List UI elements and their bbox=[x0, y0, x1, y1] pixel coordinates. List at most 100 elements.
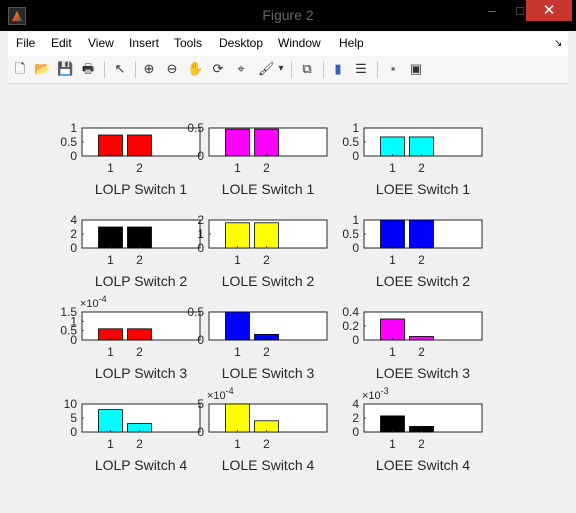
x-tick-label: 2 bbox=[136, 345, 143, 359]
figure-canvas[interactable]: 1 2 0 0.5 1 LOLP Switch 1 1 2 0 0.5 LOLE Switch 11… bbox=[8, 84, 568, 505]
y-tick-label: 1 bbox=[352, 121, 359, 135]
menu-edit[interactable]: Edit bbox=[51, 36, 72, 50]
hide-plot-tools-icon[interactable]: ▪ bbox=[385, 61, 401, 77]
y-tick-label: 0 bbox=[352, 333, 359, 347]
x-tick-label: 2 bbox=[263, 345, 270, 359]
brush-icon[interactable]: 🖌 bbox=[258, 61, 275, 77]
axis-exponent-label: ×10-4 bbox=[80, 294, 107, 310]
bar bbox=[98, 409, 123, 433]
y-tick-label: 0 bbox=[197, 333, 204, 347]
dock-icon[interactable]: ↘ bbox=[554, 38, 562, 49]
toolbar-separator bbox=[135, 61, 136, 78]
y-tick-label: 4 bbox=[352, 397, 359, 411]
y-tick-label: 0.5 bbox=[187, 305, 204, 319]
y-tick-label: 0 bbox=[352, 149, 359, 163]
data-cursor-icon[interactable]: ⌖ bbox=[233, 61, 249, 77]
y-tick-label: 0.5 bbox=[187, 121, 204, 135]
bar bbox=[380, 318, 405, 341]
subplot-title: LOEE Switch 1 bbox=[376, 181, 470, 197]
subplot-title: LOLE Switch 3 bbox=[222, 365, 315, 381]
x-tick-label: 1 bbox=[234, 437, 241, 451]
x-tick-label: 1 bbox=[234, 253, 241, 267]
y-tick-label: 1 bbox=[70, 121, 77, 135]
figure-window: Figure 2 – □ ✕ File Edit View Insert Too… bbox=[0, 0, 576, 513]
close-button[interactable]: ✕ bbox=[526, 0, 572, 21]
y-tick-label: 0.4 bbox=[342, 305, 359, 319]
insert-colorbar-icon[interactable]: ▮ bbox=[330, 61, 346, 77]
toolbar-separator bbox=[104, 61, 105, 78]
zoom-out-icon[interactable]: ⊖ bbox=[164, 61, 180, 77]
x-tick-label: 1 bbox=[107, 161, 114, 175]
subplot-title: LOLP Switch 4 bbox=[95, 457, 188, 473]
axis-exponent-label: ×10-3 bbox=[362, 386, 389, 402]
new-figure-icon[interactable]: 🗋 bbox=[12, 61, 28, 77]
bar bbox=[127, 134, 152, 157]
open-file-icon[interactable]: 📂 bbox=[34, 61, 50, 77]
x-tick-label: 1 bbox=[107, 253, 114, 267]
minimize-button[interactable]: – bbox=[478, 0, 506, 21]
subplot-title: LOLP Switch 3 bbox=[95, 365, 188, 381]
save-icon[interactable]: 💾 bbox=[57, 61, 73, 77]
link-plot-icon[interactable]: ⧉ bbox=[299, 61, 315, 77]
bar bbox=[127, 226, 152, 249]
x-tick-label: 2 bbox=[136, 437, 143, 451]
bar bbox=[409, 136, 434, 157]
bar bbox=[225, 128, 250, 157]
x-tick-label: 1 bbox=[389, 437, 396, 451]
y-tick-label: 5 bbox=[70, 411, 77, 425]
y-tick-label: 0.5 bbox=[60, 135, 77, 149]
pan-icon[interactable]: ✋ bbox=[187, 61, 203, 77]
x-tick-label: 2 bbox=[418, 161, 425, 175]
subplot-title: LOLE Switch 2 bbox=[222, 273, 315, 289]
toolbar-separator bbox=[377, 61, 378, 78]
menu-file[interactable]: File bbox=[16, 36, 35, 50]
menu-window[interactable]: Window bbox=[278, 36, 321, 50]
y-tick-label: 1.5 bbox=[60, 305, 77, 319]
menu-view[interactable]: View bbox=[88, 36, 114, 50]
insert-legend-icon[interactable]: ☰ bbox=[353, 61, 369, 77]
toolbar-separator bbox=[323, 61, 324, 78]
y-tick-label: 2 bbox=[352, 411, 359, 425]
print-icon[interactable]: 🖶 bbox=[80, 61, 96, 77]
y-tick-label: 0.5 bbox=[342, 227, 359, 241]
bar bbox=[380, 136, 405, 157]
y-tick-label: 0 bbox=[197, 241, 204, 255]
y-tick-label: 0 bbox=[70, 241, 77, 255]
x-tick-label: 1 bbox=[234, 161, 241, 175]
menu-desktop[interactable]: Desktop bbox=[219, 36, 263, 50]
y-tick-label: 0 bbox=[352, 425, 359, 439]
x-tick-label: 1 bbox=[107, 345, 114, 359]
x-tick-label: 1 bbox=[389, 253, 396, 267]
bar bbox=[98, 226, 123, 249]
x-tick-label: 1 bbox=[107, 437, 114, 451]
title-bar[interactable]: Figure 2 – □ ✕ bbox=[0, 0, 576, 31]
bar bbox=[98, 134, 123, 157]
subplot-title: LOLP Switch 1 bbox=[95, 181, 188, 197]
bar bbox=[254, 222, 279, 249]
bar bbox=[225, 222, 250, 249]
bar bbox=[380, 415, 405, 433]
edit-plot-arrow-icon[interactable]: ↖ bbox=[112, 61, 128, 77]
y-tick-label: 0 bbox=[197, 425, 204, 439]
x-tick-label: 1 bbox=[389, 161, 396, 175]
x-tick-label: 1 bbox=[389, 345, 396, 359]
y-tick-label: 0 bbox=[352, 241, 359, 255]
rotate-3d-icon[interactable]: ⟳ bbox=[210, 61, 226, 77]
y-tick-label: 0 bbox=[70, 425, 77, 439]
subplot-grid: 1 200.51LOLP Switch 11 200.5LOLE Switch 11… bbox=[60, 121, 483, 473]
subplot-title: LOEE Switch 3 bbox=[376, 365, 470, 381]
brush-dropdown-icon[interactable]: ▾ bbox=[276, 61, 286, 77]
x-tick-label: 2 bbox=[263, 161, 270, 175]
menu-tools[interactable]: Tools bbox=[174, 36, 202, 50]
axis-exponent-label: ×10-4 bbox=[207, 386, 234, 402]
y-tick-label: 2 bbox=[197, 213, 204, 227]
show-plot-tools-icon[interactable]: ▣ bbox=[408, 61, 424, 77]
menu-insert[interactable]: Insert bbox=[129, 36, 159, 50]
x-tick-label: 1 bbox=[234, 345, 241, 359]
toolbar-separator bbox=[291, 61, 292, 78]
y-tick-label: 2 bbox=[70, 227, 77, 241]
menu-help[interactable]: Help bbox=[339, 36, 364, 50]
zoom-in-icon[interactable]: ⊕ bbox=[141, 61, 157, 77]
y-tick-label: 0 bbox=[70, 149, 77, 163]
subplot-title: LOLE Switch 4 bbox=[222, 457, 315, 473]
